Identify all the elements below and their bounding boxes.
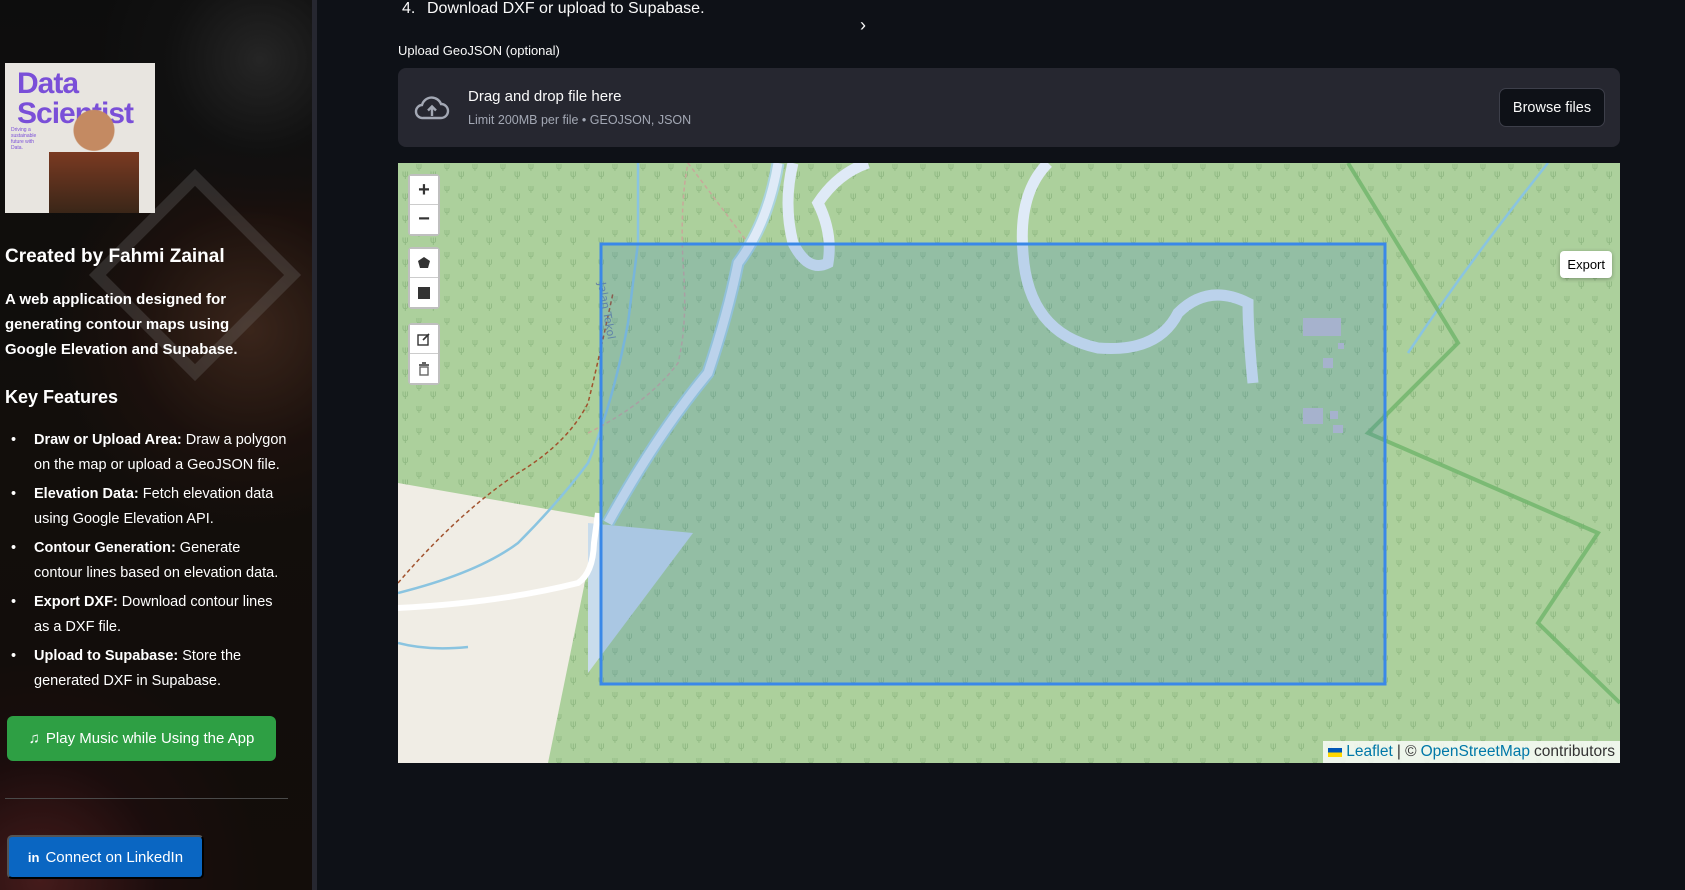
dropzone-subtitle: Limit 200MB per file • GEOJSON, JSON	[468, 113, 692, 127]
edit-layers-icon[interactable]	[410, 325, 438, 354]
main-content: 4. Download DXF or upload to Supabase. › …	[317, 0, 1685, 890]
linkedin-icon: in	[27, 849, 40, 865]
chevron-right-icon[interactable]: ›	[860, 15, 866, 36]
app-description: A web application designed for generatin…	[5, 291, 238, 358]
osm-link[interactable]: OpenStreetMap	[1421, 743, 1530, 761]
edit-toolbar	[408, 323, 440, 385]
attribution-suffix: contributors	[1534, 743, 1615, 760]
app-window: Data Scientist Driving a sustainable fut…	[0, 0, 1685, 890]
step-item: 4. Download DXF or upload to Supabase.	[402, 0, 705, 18]
sidebar: Data Scientist Driving a sustainable fut…	[0, 0, 315, 890]
attribution-separator: | ©	[1396, 743, 1417, 760]
creator-heading: Created by Fahmi Zainal	[5, 246, 225, 267]
play-music-button[interactable]: ♫ Play Music while Using the App	[7, 716, 276, 761]
zoom-out-button[interactable]: −	[410, 205, 438, 234]
list-item: Contour Generation: Generate contour lin…	[5, 536, 290, 586]
linkedin-label: Connect on LinkedIn	[45, 848, 184, 866]
features-list: Draw or Upload Area: Draw a polygon on t…	[5, 428, 290, 698]
features-heading: Key Features	[5, 387, 119, 407]
profile-person	[49, 107, 139, 213]
ukraine-flag-icon	[1328, 747, 1343, 757]
delete-layers-icon[interactable]	[410, 354, 438, 383]
linkedin-button[interactable]: in Connect on LinkedIn	[7, 835, 204, 879]
export-button[interactable]: Export	[1560, 251, 1612, 278]
map-tiles: ψ ψ	[398, 163, 1620, 763]
drawn-rectangle[interactable]	[599, 242, 1387, 686]
list-item: Upload to Supabase: Store the generated …	[5, 644, 290, 694]
zoom-control: + −	[408, 174, 440, 236]
draw-toolbar	[408, 247, 440, 309]
profile-image-caption: Driving a sustainable future with Data.	[11, 127, 37, 151]
profile-image: Data Scientist Driving a sustainable fut…	[5, 63, 155, 213]
upload-label: Upload GeoJSON (optional)	[398, 43, 560, 58]
draw-rectangle-icon[interactable]	[410, 278, 438, 307]
browse-files-button[interactable]: Browse files	[1499, 88, 1605, 127]
dropzone-title: Drag and drop file here	[468, 88, 622, 105]
cloud-upload-icon	[414, 96, 450, 120]
music-note-icon: ♫	[28, 730, 40, 747]
draw-polygon-icon[interactable]	[410, 249, 438, 278]
step-text: Download DXF or upload to Supabase.	[427, 0, 705, 17]
leaflet-link[interactable]: Leaflet	[1346, 743, 1393, 761]
step-number: 4.	[402, 0, 416, 17]
list-item: Export DXF: Download contour lines as a …	[5, 590, 290, 640]
file-dropzone[interactable]: Drag and drop file here Limit 200MB per …	[398, 68, 1620, 147]
sidebar-divider	[5, 798, 288, 799]
map-attribution: Leaflet | © OpenStreetMap contributors	[1323, 741, 1620, 763]
list-item: Draw or Upload Area: Draw a polygon on t…	[5, 428, 290, 478]
list-item: Elevation Data: Fetch elevation data usi…	[5, 482, 290, 532]
zoom-in-button[interactable]: +	[410, 176, 438, 205]
play-music-label: Play Music while Using the App	[45, 730, 255, 747]
map[interactable]: ψ ψ	[398, 163, 1620, 763]
